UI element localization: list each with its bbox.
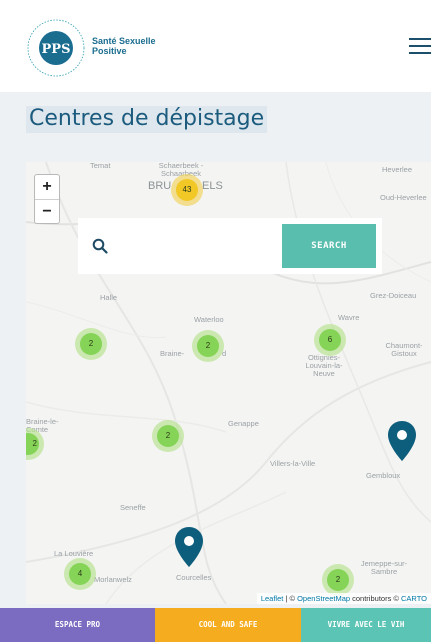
brand-line-1: Santé Sexuelle — [92, 36, 156, 46]
place-oud-heverlee: Oud-Heverlee — [380, 193, 427, 202]
search-icon — [92, 238, 108, 254]
cluster-count: 2 — [327, 569, 349, 591]
attribution-contributors: contributors © — [350, 594, 402, 603]
site-header: PPS Santé Sexuelle Positive — [0, 0, 431, 93]
place-morlanwelz: Morlanwelz — [94, 575, 132, 584]
place-jemeppe-sur-sambre: Jemeppe-sur-Sambre — [360, 559, 408, 576]
cool-and-safe-link[interactable]: COOL AND SAFE — [155, 608, 301, 642]
place-villers-la-ville: Villers-la-Ville — [270, 459, 316, 468]
map-pin-gembloux-icon[interactable] — [387, 420, 417, 462]
map[interactable]: Temat Schaerbeek - Schaarbeek BRU ELS He… — [26, 162, 431, 604]
place-ottignies: Ottignies-Louvain-la-Neuve — [305, 353, 343, 378]
place-genappe: Genappe — [228, 419, 259, 428]
brand-text: Santé Sexuelle Positive — [92, 36, 156, 56]
cluster-marker-braine[interactable]: 2 — [192, 330, 224, 362]
search-button[interactable]: SEARCH — [282, 224, 376, 268]
brand-line-2: Positive — [92, 46, 127, 56]
place-halle: Halle — [100, 293, 118, 302]
cluster-count: 2 — [197, 335, 219, 357]
cluster-marker-halle[interactable]: 2 — [75, 328, 107, 360]
cluster-marker-brussels[interactable]: 43 — [171, 174, 203, 206]
cluster-marker-jemeppe[interactable]: 2 — [322, 564, 354, 596]
cluster-marker-la-louviere[interactable]: 4 — [64, 558, 96, 590]
place-seneffe: Seneffe — [120, 503, 146, 512]
search-input[interactable] — [118, 232, 272, 262]
place-chaumont-gistoux: Chaumont-Gistoux — [385, 341, 423, 358]
logo-monogram: PPS — [42, 42, 71, 57]
zoom-control: + − — [34, 174, 60, 224]
place-heverlee: Heverlee — [382, 165, 413, 174]
espace-pro-link[interactable]: ESPACE PRO — [0, 608, 155, 642]
zoom-in-button[interactable]: + — [35, 175, 59, 199]
title-section: Centres de dépistage — [0, 92, 431, 162]
cluster-count: 4 — [69, 563, 91, 585]
place-wavre: Wavre — [338, 313, 360, 322]
hamburger-menu-icon[interactable] — [409, 38, 431, 54]
cluster-count: 2 — [157, 425, 179, 447]
place-bruxelles-2: ELS — [202, 180, 223, 192]
carto-link[interactable]: CARTO — [401, 594, 427, 603]
vivre-avec-le-vih-link[interactable]: VIVRE AVEC LE VIH — [301, 608, 431, 642]
place-courcelles: Courcelles — [176, 573, 212, 582]
place-waterloo: Waterloo — [194, 315, 224, 324]
place-grez-doiceau: Grez-Doiceau — [370, 291, 417, 300]
pps-logo[interactable]: PPS — [26, 18, 86, 78]
leaflet-link[interactable]: Leaflet — [261, 594, 284, 603]
place-braine-1: Braine- — [160, 349, 185, 358]
cluster-count: 6 — [319, 329, 341, 351]
place-la-louviere: La Louvière — [54, 549, 94, 558]
cluster-marker-genappe[interactable]: 2 — [152, 420, 184, 452]
cluster-marker-wavre[interactable]: 6 — [314, 324, 346, 356]
cluster-count: 2 — [26, 433, 39, 455]
zoom-out-button[interactable]: − — [35, 199, 59, 224]
footer-nav: ESPACE PRO COOL AND SAFE VIVRE AVEC LE V… — [0, 608, 431, 642]
place-gembloux: Gembloux — [366, 471, 401, 480]
search-panel: SEARCH — [78, 218, 382, 274]
openstreetmap-link[interactable]: OpenStreetMap — [297, 594, 350, 603]
page-title: Centres de dépistage — [26, 106, 268, 133]
attribution-separator: | © — [283, 594, 298, 603]
map-pin-courcelles-icon[interactable] — [174, 526, 204, 568]
cluster-count: 2 — [80, 333, 102, 355]
place-bruxelles-1: BRU — [148, 180, 172, 192]
map-attribution: Leaflet | © OpenStreetMap contributors ©… — [256, 593, 431, 604]
place-temat: Temat — [90, 162, 111, 170]
cluster-count: 43 — [176, 179, 198, 201]
